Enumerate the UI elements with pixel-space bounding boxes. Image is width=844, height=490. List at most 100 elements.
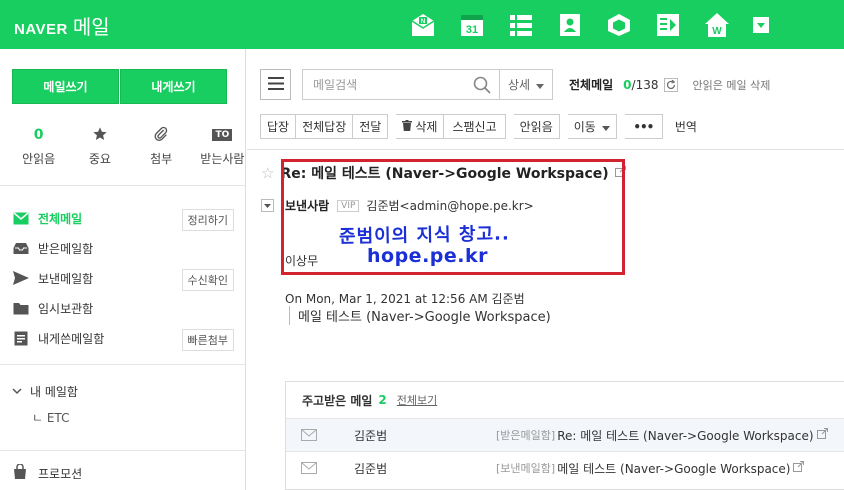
hamburger-icon [267,76,284,93]
quick-attach-button[interactable]: 빠른첨부 [181,329,234,351]
quick-filters: 0 안읽음 중요 첨부 TO 받는사람 [0,125,246,167]
all-mail-icon [12,210,30,226]
cube-app-icon[interactable] [606,12,632,38]
conversation-count: 2 [378,393,387,407]
envelope-icon [301,462,317,477]
sidebar-divider [0,450,246,451]
sidebar-item-label: 받은메일함 [38,241,94,256]
self-compose-button[interactable]: 내게쓰기 [120,69,227,104]
quick-attachment[interactable]: 첨부 [138,125,185,167]
search-detail-label: 상세 [507,78,531,92]
shopping-bag-icon [12,463,28,483]
thread-subject[interactable]: 메일 테스트 (Naver->Google Workspace) [557,460,790,477]
thread-sender: 김준범 [354,428,388,443]
contacts-app-icon[interactable] [557,12,583,38]
conversation-header: 주고받은 메일 2 전체보기 [286,382,844,418]
conversation-panel: 주고받은 메일 2 전체보기 김준범 [받은메일함] Re: 메일 테스트 (N… [285,381,844,490]
delete-label: 삭제 [415,120,438,134]
thread-folder: [받은메일함] [496,429,556,442]
sidebar: 메일쓰기 내게쓰기 0 안읽음 중요 첨부 TO 받는사람 전체메일 정리하기 … [0,49,246,490]
external-link-icon[interactable] [816,428,828,442]
move-dropdown[interactable]: 이동 [567,114,617,139]
total-mail-count: /138 [631,77,659,92]
quick-to-me[interactable]: TO 받는사람 [199,125,246,167]
table-row[interactable]: 김준범 [받은메일함] Re: 메일 테스트 (Naver->Google Wo… [286,418,844,451]
delete-button[interactable]: 삭제 [396,114,445,139]
compose-row: 메일쓰기 내게쓰기 [12,69,227,104]
chevron-down-icon [12,384,22,398]
naver-brand: NAVER [14,21,68,38]
sidebar-item-drafts[interactable]: 임시보관함 [12,293,234,323]
sidebar-item-label: 임시보관함 [38,301,94,316]
home-app-icon[interactable]: W [704,12,730,38]
calendar-app-icon[interactable]: 31 [459,12,485,38]
search-input[interactable] [313,77,463,92]
more-dropdown-icon[interactable] [753,17,769,33]
quote-body: 메일 테스트 (Naver->Google Workspace) [289,306,551,325]
calendar-date: 31 [466,24,478,36]
my-mailbox-label: 내 메일함 [30,384,78,399]
home-app-letter: W [712,26,722,37]
view-all-link[interactable]: 전체보기 [397,392,437,408]
thread-subject[interactable]: Re: 메일 테스트 (Naver->Google Workspace) [557,427,813,444]
thread-subject-line: [보낸메일함] 메일 테스트 (Naver->Google Workspace) [496,460,805,477]
folder-list: 전체메일 정리하기 받은메일함 보낸메일함 수신확인 임시보관함 내게쓴메일함 … [12,203,234,353]
quick-attachment-label: 첨부 [150,152,173,166]
sidebar-item-inbox[interactable]: 받은메일함 [12,233,234,263]
translate-button[interactable]: 번역 [675,118,697,135]
to-badge-icon: TO [212,129,233,141]
sidebar-item-etc[interactable]: ㄴ ETC [32,409,234,426]
compose-button[interactable]: 메일쓰기 [12,69,119,104]
reply-all-button[interactable]: 전체답장 [296,114,354,139]
mail-count: 0/138 [623,78,658,92]
memo-app-icon[interactable] [655,12,681,38]
highlight-box [281,159,625,275]
list-app-icon[interactable] [508,12,534,38]
naver-mail-logo[interactable]: NAVER 메일 [14,11,110,40]
mail-app-icon[interactable]: N [410,12,436,38]
quick-unread[interactable]: 0 안읽음 [15,125,62,167]
thread-subject-line: [받은메일함] Re: 메일 테스트 (Naver->Google Worksp… [496,427,828,444]
action-toolbar: 답장 전체답장 전달 삭제 스팸신고 안읽음 이동 ••• 번역 [260,114,697,139]
app-name: 메일 [72,15,110,39]
search-icon[interactable] [473,76,491,97]
sidebar-item-self-mail[interactable]: 내게쓴메일함 빠른첨부 [12,323,234,353]
external-link-icon[interactable] [793,461,805,475]
search-detail-dropdown[interactable]: 상세 [500,69,553,100]
promotion-label: 프로모션 [38,467,83,481]
thread-folder: [보낸메일함] [496,462,556,475]
my-mailbox-toggle[interactable]: 내 메일함 [12,381,234,401]
menu-button[interactable] [260,69,291,100]
thread-sender: 김준범 [354,461,388,476]
sidebar-item-label: 보낸메일함 [38,271,94,286]
main-panel: 상세 전체메일 0/138 안읽은 메일 삭제 답장 전체답장 전달 삭제 스팸… [247,49,844,490]
more-actions-button[interactable]: ••• [624,114,663,139]
table-row[interactable]: 김준범 [보낸메일함] 메일 테스트 (Naver->Google Worksp… [286,451,844,484]
sidebar-item-all-mail[interactable]: 전체메일 정리하기 [12,203,234,233]
quick-unread-label: 안읽음 [22,152,56,166]
read-receipt-button[interactable]: 수신확인 [181,269,234,291]
star-icon[interactable]: ☆ [261,164,274,182]
reply-button[interactable]: 답장 [260,114,297,139]
drafts-folder-icon [12,300,30,316]
sidebar-divider [0,364,246,365]
conversation-title: 주고받은 메일 [302,393,373,408]
caret-down-icon[interactable] [261,199,274,212]
sidebar-divider [0,185,246,186]
forward-button[interactable]: 전달 [353,114,389,139]
mark-unread-button[interactable]: 안읽음 [513,114,560,139]
top-toolbar: 상세 전체메일 0/138 안읽은 메일 삭제 [260,69,770,100]
svg-text:N: N [421,19,425,25]
report-spam-button[interactable]: 스팸신고 [444,114,506,139]
quote-header: On Mon, Mar 1, 2021 at 12:56 AM 김준범 [285,292,525,306]
quick-important[interactable]: 중요 [76,125,123,167]
delete-unread-link[interactable]: 안읽은 메일 삭제 [692,77,770,93]
sidebar-item-label: 내게쓴메일함 [38,331,105,346]
unread-mail-count: 0 [623,77,632,92]
top-bar: NAVER 메일 N 31 W [0,0,844,49]
header-divider [247,149,844,150]
sidebar-item-sent[interactable]: 보낸메일함 수신확인 [12,263,234,293]
refresh-icon[interactable] [664,77,679,92]
organize-button[interactable]: 정리하기 [181,209,234,231]
sidebar-item-promotion[interactable]: 프로모션 [12,463,83,483]
